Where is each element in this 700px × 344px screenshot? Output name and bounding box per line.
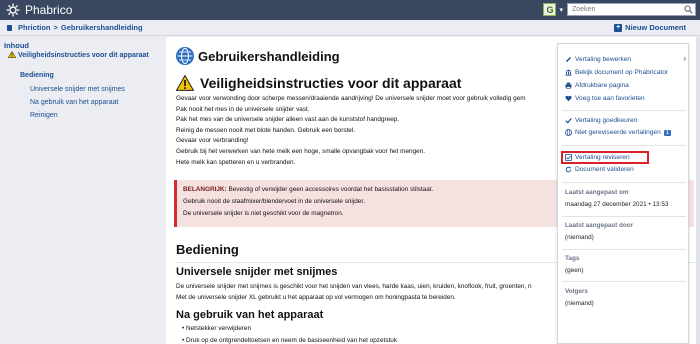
toc-item-label: Veiligheidsinstructies voor dit apparaat <box>18 52 149 59</box>
search-placeholder: Zoeken <box>572 6 596 13</box>
app-title: Phabrico <box>25 3 73 17</box>
approve-translation-link[interactable]: Vertaling goedkeuren <box>565 117 637 124</box>
snijder-heading: Universele snijder met snijmes <box>176 266 338 278</box>
breadcrumb: Phriction > Gebruikershandleiding + Nieu… <box>0 20 700 36</box>
divider <box>562 249 686 250</box>
book-icon <box>7 24 12 31</box>
modified-by-value: (niemand) <box>565 234 594 241</box>
chevron-right-icon[interactable]: › <box>683 54 686 63</box>
chevron-down-icon[interactable]: ▾ <box>559 6 563 14</box>
print-icon <box>565 82 572 89</box>
action-panel: › Vertaling bewerken Bekijk document op … <box>557 43 689 344</box>
divider <box>562 182 686 183</box>
toc-item-veiligheid[interactable]: Veiligheidsinstructies voor dit apparaat <box>7 50 158 60</box>
warning-icon <box>176 75 194 91</box>
checkbox-icon <box>565 154 572 161</box>
divider <box>562 110 686 111</box>
view-on-phabricator-link[interactable]: Bekijk document op Phabricator <box>565 69 668 76</box>
toc-sidebar: Inhoud Veiligheidsinstructies voor dit a… <box>0 37 160 344</box>
breadcrumb-root[interactable]: Phriction <box>18 23 51 32</box>
tags-label: Tags <box>565 255 580 262</box>
new-document-label: Nieuw Document <box>625 23 686 32</box>
bediening-heading: Bediening <box>176 242 239 257</box>
top-bar: Phabrico G ▾ Zoeken <box>0 0 700 20</box>
scrollbar[interactable] <box>696 37 700 344</box>
phabricator-logo-icon <box>6 3 20 17</box>
toc-item-bediening[interactable]: Bediening <box>20 72 54 79</box>
language-g-button[interactable]: G <box>543 3 557 16</box>
new-document-button[interactable]: + Nieuw Document <box>614 23 686 32</box>
bank-icon <box>565 69 572 76</box>
breadcrumb-current[interactable]: Gebruikershandleiding <box>61 23 143 32</box>
document-header: Gebruikershandleiding <box>176 47 340 65</box>
safety-heading: Veiligheidsinstructies voor dit apparaat <box>176 75 461 91</box>
globe-icon <box>176 47 194 65</box>
followers-value: (niemand) <box>565 300 594 307</box>
followers-label: Volgers <box>565 288 588 295</box>
action-label: Vertaling reviseren <box>575 154 630 161</box>
list-item-text: Netstekker verwijderen <box>186 325 252 332</box>
review-translation-link[interactable]: Vertaling reviseren <box>565 154 630 161</box>
action-label: Afdrukbare pagina <box>575 82 629 89</box>
divider <box>562 216 686 217</box>
home-link[interactable]: Phabrico <box>6 3 72 17</box>
page-title: Gebruikershandleiding <box>198 48 340 64</box>
unreviewed-count-badge: 1 <box>663 129 672 136</box>
pencil-icon <box>566 57 571 62</box>
action-label: Voeg toe aan favorieten <box>575 95 645 102</box>
alert-label: BELANGRIJK: <box>183 186 227 193</box>
snijder-paragraph: Met de universele snijder XL gebruikt u … <box>176 294 456 301</box>
warning-icon <box>7 50 17 58</box>
breadcrumb-separator: > <box>53 23 58 32</box>
validate-document-link[interactable]: Document valideren <box>565 166 634 173</box>
list-item: • Netstekker verwijderen <box>182 325 252 332</box>
modified-by-label: Laatst aangepast door <box>565 222 634 229</box>
printable-page-link[interactable]: Afdrukbare pagina <box>565 82 629 89</box>
check-icon <box>565 118 572 124</box>
safety-heading-text: Veiligheidsinstructies voor dit apparaat <box>200 75 462 91</box>
action-label: Vertaling goedkeuren <box>575 117 638 124</box>
edit-translation-link[interactable]: Vertaling bewerken <box>565 56 631 63</box>
action-label: Niet gereviseerde vertalingen <box>575 129 661 136</box>
globe-icon <box>565 129 572 136</box>
search-input[interactable]: Zoeken <box>567 3 696 16</box>
heart-icon <box>565 95 572 102</box>
last-modified-value: maandag 27 december 2021 • 13:53 <box>565 201 669 208</box>
toc-item-na-gebruik[interactable]: Na gebruik van het apparaat <box>30 99 118 106</box>
add-favorite-link[interactable]: Voeg toe aan favorieten <box>565 95 645 102</box>
refresh-icon <box>565 166 572 173</box>
list-item: • Druk op de ontgrendeltoetsen en neem d… <box>182 337 398 344</box>
na-gebruik-heading: Na gebruik van het apparaat <box>176 309 324 321</box>
tags-value: (geen) <box>565 267 584 274</box>
search-icon[interactable] <box>684 5 693 14</box>
toc-item-reinigen[interactable]: Reinigen <box>30 112 58 119</box>
unreviewed-translations-link[interactable]: Niet gereviseerde vertalingen 1 <box>565 129 672 136</box>
last-modified-label: Laatst aangepast om <box>565 189 629 196</box>
action-label: Document valideren <box>575 166 634 173</box>
toc-item-snijder[interactable]: Universele snijder met snijmes <box>30 86 125 93</box>
alert-text: Bevestig of verwijder geen accessoires v… <box>226 186 434 193</box>
divider <box>562 281 686 282</box>
snijder-paragraph: De universele snijder met snijmes is ges… <box>176 283 532 290</box>
toc-heading: Inhoud <box>4 41 29 50</box>
list-item-text: Druk op de ontgrendeltoetsen en neem de … <box>186 337 398 344</box>
plus-icon: + <box>614 23 623 32</box>
divider <box>562 145 686 146</box>
action-label: Vertaling bewerken <box>575 56 632 63</box>
action-label: Bekijk document op Phabricator <box>575 69 669 76</box>
